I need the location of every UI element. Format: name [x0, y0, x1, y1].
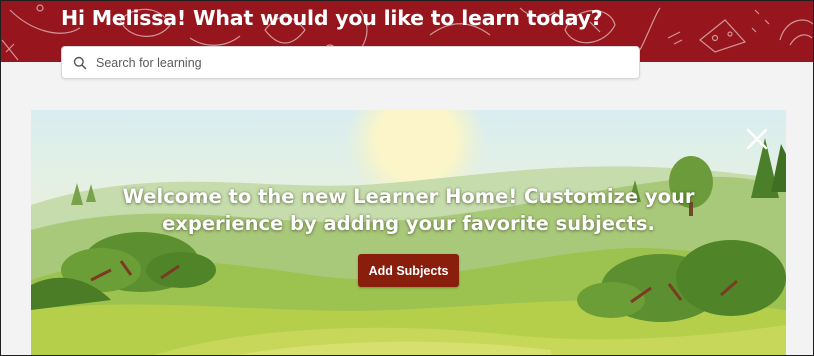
add-subjects-button[interactable]: Add Subjects [358, 254, 459, 287]
welcome-message: Welcome to the new Learner Home! Customi… [31, 183, 786, 237]
close-icon[interactable] [744, 126, 770, 152]
welcome-message-line2: experience by adding your favorite subje… [162, 212, 655, 235]
search-icon [73, 56, 87, 70]
welcome-banner: Welcome to the new Learner Home! Customi… [31, 110, 786, 356]
welcome-message-line1: Welcome to the new Learner Home! Customi… [122, 185, 695, 208]
search-box[interactable] [61, 46, 640, 79]
search-input[interactable] [96, 47, 626, 78]
greeting-heading: Hi Melissa! What would you like to learn… [61, 6, 603, 30]
